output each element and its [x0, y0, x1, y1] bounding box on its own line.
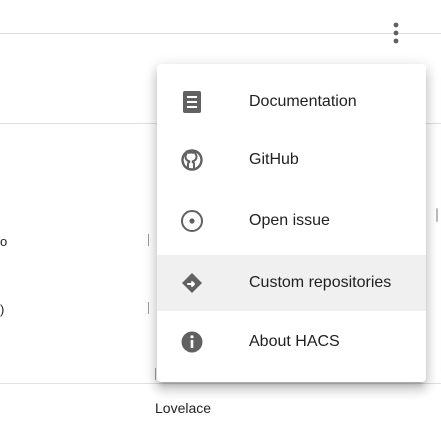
- information-icon: [180, 330, 204, 354]
- row-divider: [0, 33, 441, 34]
- github-icon: [180, 148, 204, 172]
- menu-item-github[interactable]: GitHub: [157, 132, 426, 188]
- diamond-arrow-icon: [180, 271, 204, 295]
- overflow-menu: Documentation GitHub Open issue Custom r…: [157, 64, 426, 382]
- alert-circle-outline-icon: [180, 209, 204, 233]
- dots-vertical-icon: [393, 22, 399, 44]
- menu-item-about-hacs[interactable]: About HACS: [157, 314, 426, 370]
- menu-item-label: Custom repositories: [249, 274, 392, 291]
- background-text-fragment: ): [0, 302, 5, 317]
- overflow-menu-button[interactable]: [382, 17, 410, 49]
- scrollbar-hint[interactable]: [436, 208, 438, 222]
- section-label: Lovelace: [155, 400, 212, 416]
- menu-item-documentation[interactable]: Documentation: [157, 74, 426, 130]
- book-icon: [180, 90, 204, 114]
- row-divider: [0, 383, 441, 384]
- background-stroke: [148, 234, 149, 246]
- background-stroke: [155, 368, 156, 380]
- background-text-fragment: o: [0, 234, 8, 249]
- background-stroke: [148, 302, 149, 314]
- menu-item-label: GitHub: [249, 151, 299, 168]
- menu-item-label: Open issue: [249, 212, 330, 229]
- menu-item-label: About HACS: [249, 333, 340, 350]
- menu-item-custom-repositories[interactable]: Custom repositories: [157, 255, 426, 311]
- menu-item-open-issue[interactable]: Open issue: [157, 193, 426, 249]
- menu-item-label: Documentation: [249, 93, 357, 110]
